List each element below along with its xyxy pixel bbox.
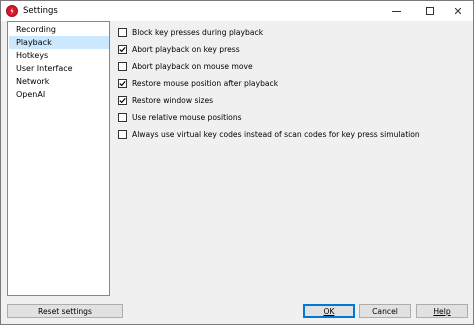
- option-label: Block key presses during playback: [132, 27, 264, 37]
- settings-category-list[interactable]: Recording Playback Hotkeys User Interfac…: [7, 21, 110, 296]
- help-button[interactable]: Help: [416, 304, 468, 318]
- category-item-recording[interactable]: Recording: [9, 23, 109, 36]
- checkbox[interactable]: [118, 112, 127, 122]
- cancel-button[interactable]: Cancel: [359, 304, 411, 318]
- option-label: Restore window sizes: [132, 95, 214, 105]
- maximize-button[interactable]: [415, 1, 445, 21]
- checkbox[interactable]: [118, 44, 127, 54]
- maximize-icon: [426, 7, 434, 15]
- category-item-network[interactable]: Network: [9, 75, 109, 88]
- option-relative-mouse-positions[interactable]: Use relative mouse positions: [118, 111, 242, 123]
- minimize-icon: [391, 10, 401, 12]
- option-label: Use relative mouse positions: [132, 112, 242, 122]
- checkmark-icon: [119, 46, 126, 52]
- close-icon: ✕: [453, 4, 463, 18]
- option-restore-mouse-position[interactable]: Restore mouse position after playback: [118, 77, 278, 89]
- close-button[interactable]: ✕: [443, 1, 473, 21]
- ok-button-label: OK: [323, 306, 335, 316]
- checkbox[interactable]: [118, 27, 127, 37]
- category-item-openai[interactable]: OpenAI: [9, 88, 109, 101]
- option-label: Always use virtual key codes instead of …: [132, 129, 420, 139]
- option-label: Restore mouse position after playback: [132, 78, 279, 88]
- option-abort-on-mouse-move[interactable]: Abort playback on mouse move: [118, 60, 253, 72]
- option-restore-window-sizes[interactable]: Restore window sizes: [118, 94, 213, 106]
- settings-window: Settings ✕ Recording Playback Hotkeys Us…: [0, 0, 474, 325]
- option-block-key-presses[interactable]: Block key presses during playback: [118, 26, 263, 38]
- checkbox[interactable]: [118, 129, 127, 139]
- reset-settings-button[interactable]: Reset settings: [7, 304, 123, 318]
- help-button-label: Help: [433, 306, 451, 316]
- minimize-button[interactable]: [381, 1, 411, 21]
- option-virtual-key-codes[interactable]: Always use virtual key codes instead of …: [118, 128, 420, 140]
- category-item-hotkeys[interactable]: Hotkeys: [9, 49, 109, 62]
- option-abort-on-key-press[interactable]: Abort playback on key press: [118, 43, 240, 55]
- window-title: Settings: [23, 6, 58, 16]
- option-label: Abort playback on mouse move: [132, 61, 253, 71]
- category-item-user-interface[interactable]: User Interface: [9, 62, 109, 75]
- app-logo-icon: [6, 5, 18, 17]
- category-item-playback[interactable]: Playback: [9, 36, 109, 49]
- checkmark-icon: [119, 97, 126, 103]
- ok-button[interactable]: OK: [303, 304, 355, 318]
- playback-settings-panel: Block key presses during playback Abort …: [112, 21, 473, 296]
- option-label: Abort playback on key press: [132, 44, 240, 54]
- title-bar: Settings ✕: [1, 1, 473, 21]
- checkbox[interactable]: [118, 78, 127, 88]
- checkmark-icon: [119, 80, 126, 86]
- checkbox[interactable]: [118, 95, 127, 105]
- checkbox[interactable]: [118, 61, 127, 71]
